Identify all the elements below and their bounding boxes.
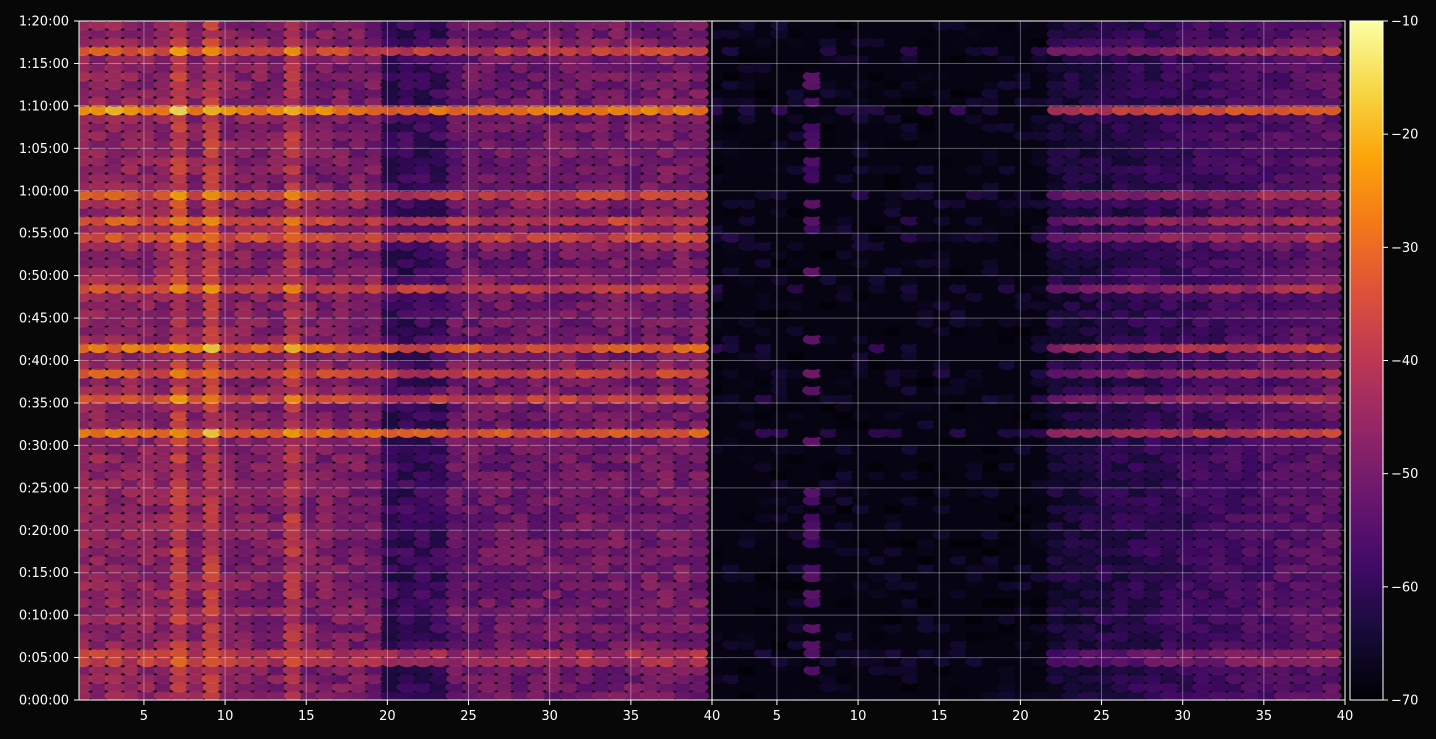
figure: 5 10 15 20 25 30 35 40 5 10 15 20 25 30 35 40 0:00:000… xyxy=(19,15,1419,725)
x-tick-label: 25 xyxy=(460,709,477,724)
x-tick-label: 35 xyxy=(623,709,640,724)
heatmap-panel-left: 5 10 15 20 25 30 35 40 xyxy=(78,20,720,724)
x-tick-label: 10 xyxy=(217,709,234,724)
heatmap-panel-right: 5 10 15 20 25 30 35 40 xyxy=(711,20,1353,724)
x-tick-label: 15 xyxy=(298,709,315,724)
x-axis-left: 5 10 15 20 25 30 35 40 xyxy=(140,700,720,724)
x-tick-label: 30 xyxy=(541,709,558,724)
x-tick-label: 40 xyxy=(704,709,721,724)
x-tick-label: 5 xyxy=(140,709,148,724)
x-tick-label: 20 xyxy=(379,709,396,724)
